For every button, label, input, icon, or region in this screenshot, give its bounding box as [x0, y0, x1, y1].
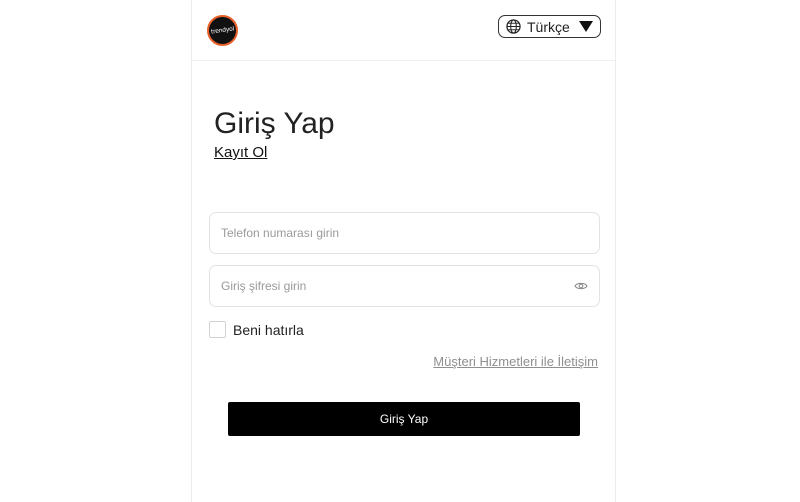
remember-me[interactable]: Beni hatırla	[209, 321, 304, 338]
register-link[interactable]: Kayıt Ol	[214, 144, 267, 161]
eye-icon[interactable]	[574, 279, 588, 293]
caret-down-icon	[579, 21, 593, 32]
phone-input[interactable]	[221, 226, 588, 240]
login-panel: trendyol Türkçe Giriş Yap Kayıt Ol Telef…	[191, 0, 616, 502]
language-label: Türkçe	[527, 18, 570, 35]
password-input[interactable]	[221, 279, 574, 293]
logo-text: trendyol	[210, 24, 235, 36]
globe-icon	[506, 19, 521, 34]
password-field[interactable]	[209, 265, 600, 307]
login-button[interactable]: Giriş Yap	[228, 402, 580, 436]
header: trendyol Türkçe	[192, 0, 615, 61]
language-selector[interactable]: Türkçe	[498, 15, 601, 38]
phone-field[interactable]	[209, 212, 600, 254]
page-title: Giriş Yap	[214, 107, 335, 140]
remember-label: Beni hatırla	[233, 321, 304, 338]
remember-checkbox[interactable]	[209, 321, 226, 338]
trendyol-logo[interactable]: trendyol	[207, 15, 238, 46]
customer-support-link[interactable]: Müşteri Hizmetleri ile İletişim	[433, 354, 598, 369]
